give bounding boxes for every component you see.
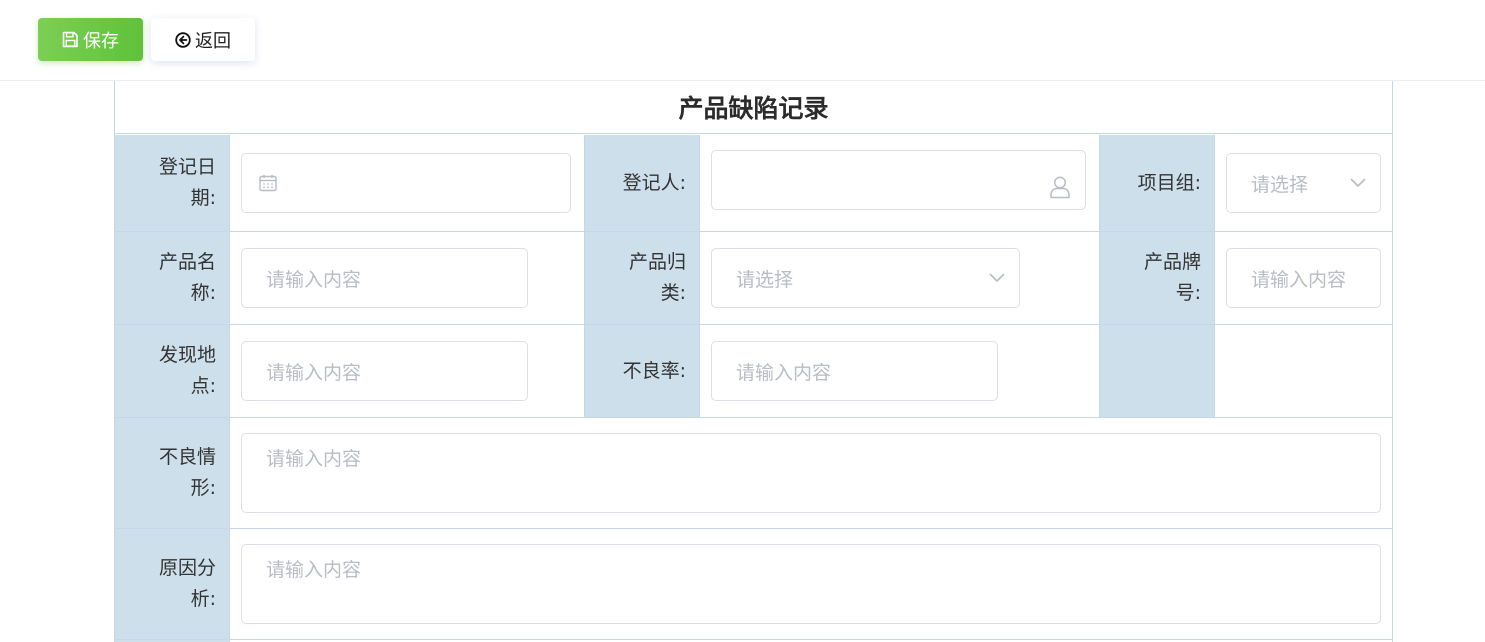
discovery-location-label: 发现地点:: [115, 325, 229, 417]
calendar-icon: [258, 173, 278, 193]
product-name-label-text: 产品名称:: [158, 251, 216, 304]
product-brand-label-text: 产品牌号:: [1143, 251, 1201, 304]
product-category-placeholder: 请选择: [736, 268, 794, 291]
product-category-select[interactable]: 请选择: [711, 248, 1020, 308]
product-name-placeholder: 请输入内容: [266, 268, 362, 291]
register-date-label: 登记日期:: [115, 135, 229, 231]
register-date-label-text: 登记日期:: [158, 156, 216, 209]
product-brand-input[interactable]: 请输入内容: [1226, 248, 1381, 308]
project-group-select[interactable]: 请选择: [1226, 153, 1381, 213]
row-divider: [115, 417, 1392, 418]
back-circle-icon: [175, 31, 191, 48]
row-divider: [115, 528, 1392, 529]
cause-analysis-textarea[interactable]: 请输入内容: [241, 544, 1381, 624]
chevron-down-icon: [1350, 178, 1366, 188]
toolbar: 保存 返回: [0, 0, 1485, 81]
defect-rate-placeholder: 请输入内容: [736, 361, 832, 384]
discovery-location-label-text: 发现地点:: [158, 344, 216, 397]
product-category-label-text: 产品归类:: [628, 251, 686, 304]
column-divider: [229, 135, 230, 642]
column-divider: [1099, 135, 1100, 418]
cause-analysis-placeholder: 请输入内容: [266, 559, 362, 581]
product-name-label: 产品名称:: [115, 232, 229, 324]
defect-situation-placeholder: 请输入内容: [266, 448, 362, 470]
cause-analysis-label: 原因分析:: [115, 529, 229, 639]
product-brand-placeholder: 请输入内容: [1251, 268, 1347, 291]
save-button[interactable]: 保存: [38, 18, 143, 61]
discovery-location-placeholder: 请输入内容: [266, 361, 362, 384]
product-category-label: 产品归类:: [584, 232, 699, 324]
defect-situation-label-text: 不良情形:: [158, 446, 216, 499]
column-divider: [1214, 135, 1215, 418]
save-button-label: 保存: [83, 30, 119, 52]
product-name-input[interactable]: 请输入内容: [241, 248, 528, 308]
defect-situation-textarea[interactable]: 请输入内容: [241, 433, 1381, 513]
empty-label-cell: [1099, 325, 1214, 417]
registrant-label: 登记人:: [584, 135, 699, 231]
product-brand-label: 产品牌号:: [1099, 232, 1214, 324]
register-date-picker[interactable]: [241, 153, 571, 213]
defect-record-form: 产品缺陷记录 登记日期: 登记人: 项目组: 请选择 产品名称: 请输入内容 产…: [114, 81, 1393, 642]
cause-analysis-label-text: 原因分析:: [158, 557, 216, 610]
defect-rate-label: 不良率:: [584, 325, 699, 417]
project-group-label: 项目组:: [1099, 135, 1214, 231]
column-divider: [699, 135, 700, 418]
defect-situation-label: 不良情形:: [115, 418, 229, 528]
save-icon: [62, 31, 79, 48]
column-divider: [584, 135, 585, 418]
form-title: 产品缺陷记录: [115, 81, 1392, 134]
back-button[interactable]: 返回: [151, 18, 255, 61]
registrant-label-text: 登记人:: [622, 171, 686, 194]
defect-rate-label-text: 不良率:: [622, 359, 686, 382]
row-divider: [115, 639, 1392, 640]
back-button-label: 返回: [195, 30, 231, 52]
user-icon: [1049, 175, 1071, 199]
chevron-down-icon: [989, 273, 1005, 283]
defect-rate-input[interactable]: 请输入内容: [711, 341, 998, 401]
project-group-placeholder: 请选择: [1251, 173, 1309, 196]
registrant-input[interactable]: [711, 150, 1086, 210]
project-group-label-text: 项目组:: [1137, 171, 1201, 194]
discovery-location-input[interactable]: 请输入内容: [241, 341, 528, 401]
